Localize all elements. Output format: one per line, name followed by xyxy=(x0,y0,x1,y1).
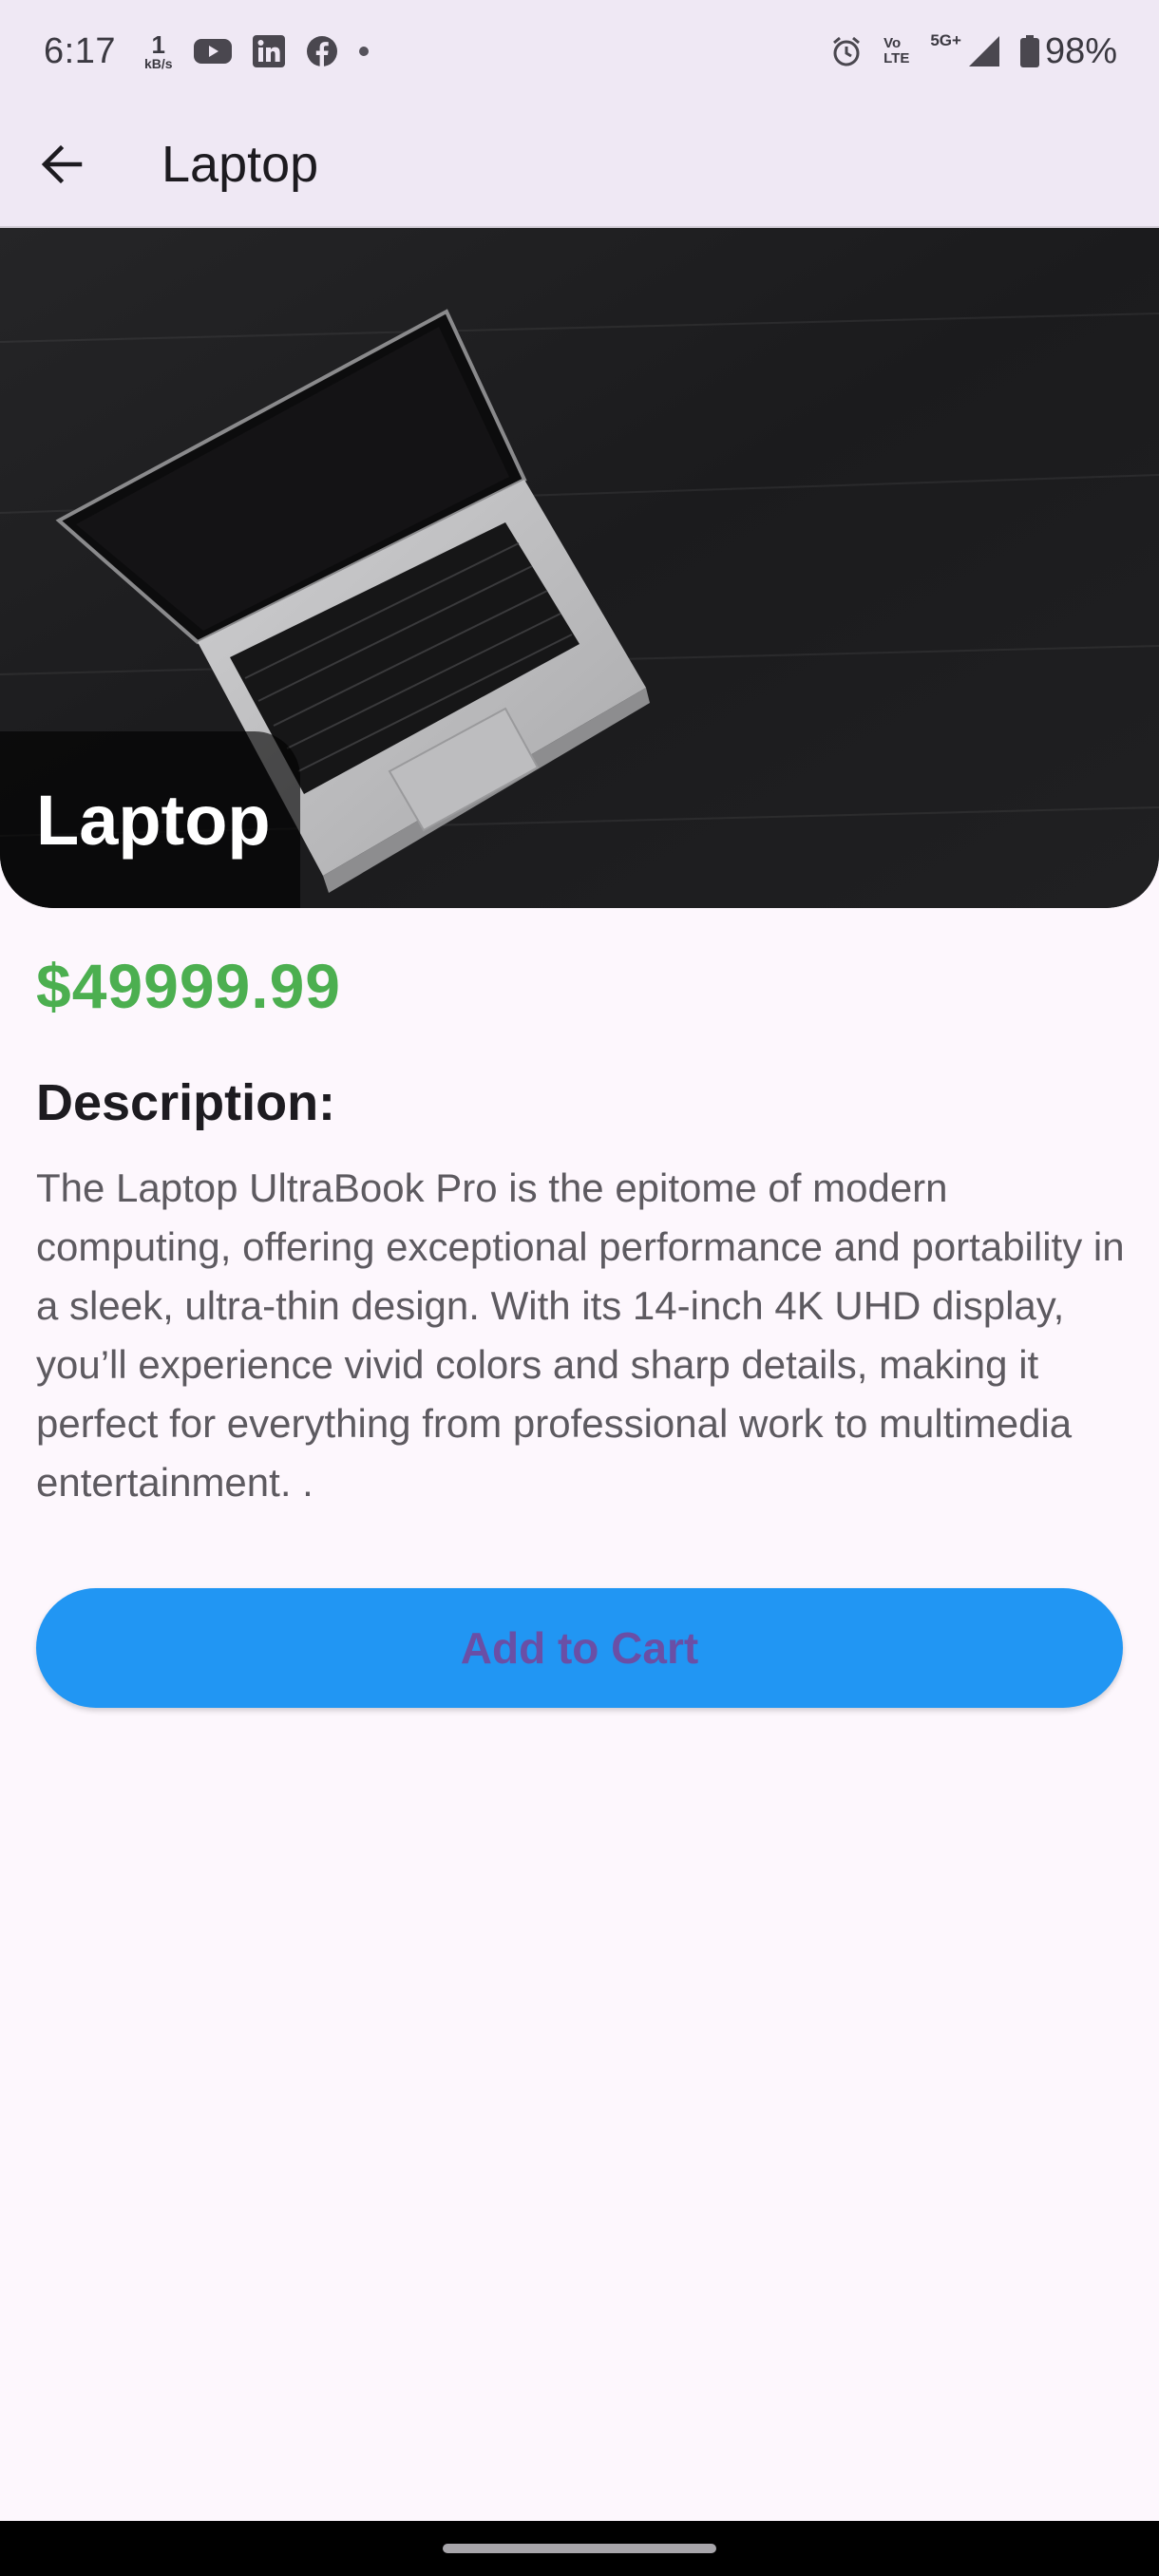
status-bar-left: 6:17 1 kB/s xyxy=(44,31,369,72)
more-notifications-dot xyxy=(358,47,369,56)
alarm-icon xyxy=(830,35,863,67)
facebook-icon xyxy=(306,35,338,67)
product-price: $49999.99 xyxy=(36,951,341,1021)
network-speed: 1 kB/s xyxy=(144,32,173,70)
battery-percentage: 98% xyxy=(1044,30,1117,71)
app-bar: Laptop xyxy=(0,103,1159,228)
add-to-cart-button[interactable]: Add to Cart xyxy=(36,1588,1123,1708)
signal-icon xyxy=(968,36,999,66)
network-speed-unit: kB/s xyxy=(143,56,173,71)
page-title: Laptop xyxy=(162,136,319,193)
product-image-title: Laptop xyxy=(36,780,271,860)
volte-top: Vo xyxy=(884,35,902,52)
description-heading: Description: xyxy=(36,1074,336,1131)
home-gesture-handle[interactable] xyxy=(443,2544,716,2553)
status-bar-right: Vo LTE 5G+ 98% xyxy=(830,31,1117,72)
network-type: 5G+ xyxy=(930,31,961,49)
battery-icon xyxy=(1019,35,1039,67)
battery-status: 98% xyxy=(1019,30,1117,72)
system-navigation-bar xyxy=(0,2521,1159,2576)
network-speed-value: 1 xyxy=(151,30,165,59)
add-to-cart-label: Add to Cart xyxy=(460,1623,699,1673)
product-image: Laptop xyxy=(0,228,1159,908)
product-description: The Laptop UltraBook Pro is the epitome … xyxy=(36,1165,1125,1505)
volte-bottom: LTE xyxy=(884,50,910,66)
status-bar: 6:17 1 kB/s Vo LTE 5G+ 98% xyxy=(0,0,1159,103)
youtube-icon xyxy=(193,37,232,66)
back-button[interactable] xyxy=(28,131,95,198)
product-image-label: Laptop xyxy=(0,731,300,908)
arrow-left-icon xyxy=(41,144,83,184)
volte-indicator: Vo LTE xyxy=(884,36,909,66)
status-time: 6:17 xyxy=(44,30,116,71)
linkedin-icon xyxy=(252,35,285,67)
